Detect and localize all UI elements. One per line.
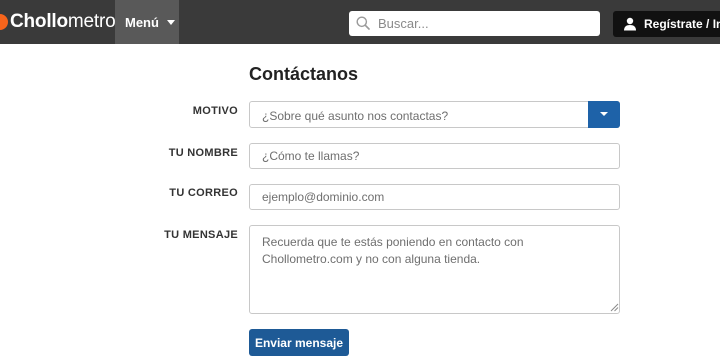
nombre-label: TU NOMBRE — [168, 147, 238, 159]
menu-button[interactable]: Menú — [115, 0, 179, 44]
menu-label: Menú — [125, 14, 159, 30]
page-title: Contáctanos — [249, 64, 359, 84]
register-login-button[interactable]: Regístrate / Inic — [613, 11, 720, 37]
chollometro-flame-icon — [0, 14, 8, 30]
email-field[interactable] — [249, 184, 620, 210]
caret-down-icon — [166, 19, 175, 25]
caret-down-icon — [600, 112, 608, 116]
logo-wordmark: Chollometro — [10, 11, 116, 32]
user-icon — [624, 17, 636, 31]
motivo-dropdown-button[interactable] — [588, 101, 620, 128]
motivo-select[interactable]: ¿Sobre qué asunto nos contactas? — [249, 101, 620, 128]
resize-grip-icon[interactable] — [610, 303, 619, 312]
search-icon — [356, 16, 370, 30]
message-textarea[interactable] — [249, 225, 620, 314]
correo-label: TU CORREO — [169, 187, 238, 199]
mensaje-label: TU MENSAJE — [164, 229, 238, 241]
register-label: Regístrate / Inic — [644, 17, 720, 31]
motivo-select-value: ¿Sobre qué asunto nos contactas? — [262, 109, 449, 123]
motivo-label: MOTIVO — [192, 105, 238, 117]
send-message-button[interactable]: Enviar mensaje — [249, 329, 349, 356]
top-navbar: Chollometro Menú Regístrate / Inic — [0, 0, 720, 44]
search-input[interactable] — [378, 11, 593, 36]
search-box[interactable] — [349, 11, 600, 36]
nombre-field[interactable] — [249, 143, 620, 169]
